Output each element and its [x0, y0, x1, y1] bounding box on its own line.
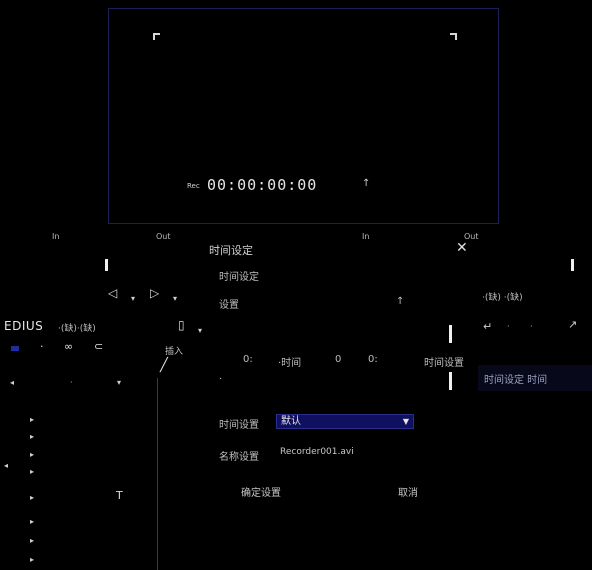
dialog-row-label: 设置 — [219, 300, 239, 311]
chevron-down-icon: ▼ — [402, 417, 409, 426]
track-panel-divider — [157, 378, 158, 570]
track-expand-arrow[interactable]: ▸ — [30, 493, 34, 502]
close-icon[interactable]: ✕ — [456, 240, 468, 256]
link-icon[interactable]: ⊂ — [94, 340, 103, 353]
safe-area-corner-tl — [153, 33, 160, 40]
track-expand-arrow[interactable]: ▸ — [30, 517, 34, 526]
document-icon[interactable]: ▯ — [178, 318, 185, 332]
time-setting-label: 时间设置 — [219, 420, 259, 431]
dialog-small-mark: · — [219, 374, 223, 385]
ok-button[interactable]: 确定设置 — [241, 484, 281, 499]
track-expand-arrow[interactable]: ▸ — [30, 450, 34, 459]
timecode-end-marker: ↑ — [362, 178, 371, 189]
caret-down-icon[interactable]: ▾ — [131, 294, 135, 303]
ruler-label: Out — [156, 232, 171, 241]
track-expand-arrow[interactable]: ▸ — [30, 415, 34, 424]
title-track-icon[interactable]: T — [116, 489, 123, 502]
out-point-marker[interactable] — [571, 259, 574, 271]
track-marker: ◂ — [4, 461, 9, 470]
dialog-option[interactable]: ·时间 — [278, 354, 301, 369]
dot-icon: · — [530, 322, 533, 331]
status-text: 时间设定 时间 — [484, 375, 548, 386]
play-icon[interactable]: ▷ — [150, 286, 159, 300]
track-header-right[interactable]: ▾ — [117, 378, 121, 387]
active-track-indicator — [11, 346, 19, 351]
dialog-row-value: ↑ — [396, 296, 405, 307]
insert-label[interactable]: 插入 — [165, 344, 183, 357]
dialog-option[interactable]: 时间设置 — [424, 354, 464, 369]
select-value: 默认 — [281, 416, 301, 427]
dialog-option[interactable]: 0: — [243, 354, 253, 365]
ruler-label: In — [52, 232, 60, 241]
dot-icon: · — [507, 322, 510, 331]
right-panel-row: ·(缺) ·(缺) — [482, 293, 523, 303]
track-expand-arrow[interactable]: ▸ — [30, 467, 34, 476]
enter-icon[interactable]: ↵ — [483, 320, 492, 333]
dialog-option[interactable]: 0 — [335, 354, 341, 365]
track-expand-arrow[interactable]: ▸ — [30, 432, 34, 441]
name-setting-label: 名称设置 — [219, 452, 259, 463]
cancel-button[interactable]: 取消 — [398, 484, 418, 499]
prev-icon[interactable]: ◁ — [108, 286, 117, 300]
safe-area-corner-tr — [450, 33, 457, 40]
time-setting-select[interactable]: 默认 ▼ — [276, 414, 414, 429]
track-expand-arrow[interactable]: ▸ — [30, 555, 34, 564]
caret-down-icon[interactable]: ▾ — [198, 326, 202, 335]
menu-bar-tail[interactable]: ·(缺)·(缺) — [58, 321, 96, 334]
name-field[interactable]: Recorder001.avi — [280, 447, 354, 457]
dialog-option[interactable]: 0: — [368, 354, 378, 365]
track-header-left[interactable]: ◂ — [10, 378, 14, 387]
track-expand-arrow[interactable]: ▸ — [30, 536, 34, 545]
timecode-display: 00:00:00:00 — [207, 176, 318, 194]
caret-down-icon[interactable]: ▾ — [173, 294, 177, 303]
timecode-prefix: Rec — [187, 182, 200, 190]
dot-icon[interactable]: · — [40, 340, 44, 353]
dialog-title: 时间设定 — [209, 244, 253, 257]
app-brand: EDIUS — [4, 319, 44, 333]
insert-icon[interactable]: ╱ — [160, 358, 168, 373]
in-point-marker[interactable] — [105, 259, 108, 271]
expand-icon[interactable]: ↗ — [568, 318, 577, 331]
dialog-row-label: 时间设定 — [219, 272, 259, 283]
loop-icon[interactable]: ∞ — [64, 340, 73, 353]
track-header-mid: · — [70, 378, 73, 387]
